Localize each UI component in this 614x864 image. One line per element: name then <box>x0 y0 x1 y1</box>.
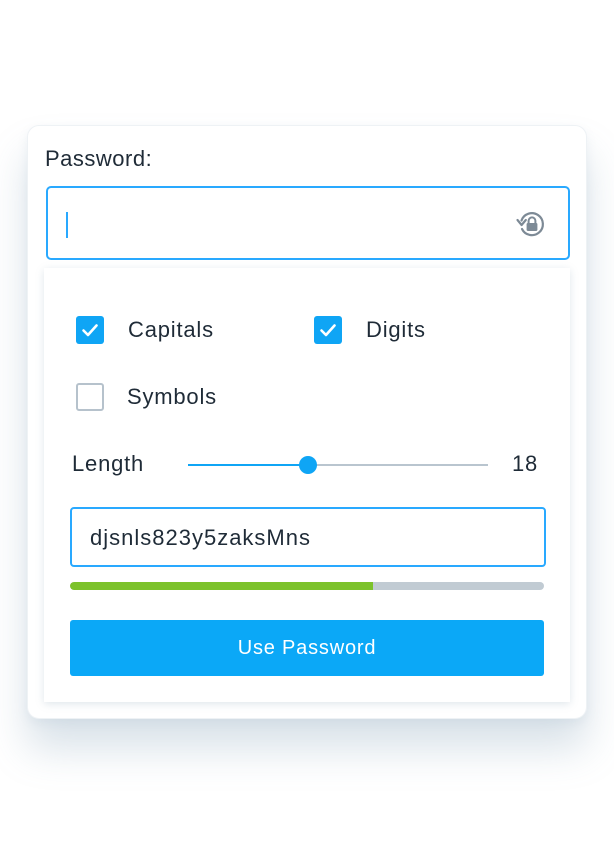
slider-thumb[interactable] <box>299 456 317 474</box>
check-icon <box>320 324 336 337</box>
capitals-checkbox[interactable] <box>76 316 104 344</box>
capitals-label: Capitals <box>128 317 214 342</box>
length-slider[interactable] <box>188 454 488 476</box>
password-input[interactable] <box>46 186 570 260</box>
slider-fill <box>188 464 308 466</box>
symbols-option[interactable]: Symbols <box>76 383 217 411</box>
generated-password-field[interactable]: djsnls823y5zaksMns <box>70 507 546 567</box>
symbols-checkbox[interactable] <box>76 383 104 411</box>
digits-checkbox[interactable] <box>314 316 342 344</box>
capitals-option[interactable]: Capitals <box>76 316 214 344</box>
digits-option[interactable]: Digits <box>314 316 426 344</box>
length-value: 18 <box>512 451 539 476</box>
digits-label: Digits <box>366 317 426 342</box>
password-label: Password: <box>45 146 153 171</box>
rotate-lock-icon[interactable] <box>514 207 548 241</box>
strength-fill <box>70 582 374 590</box>
length-label: Length <box>72 451 145 476</box>
text-caret <box>66 212 68 238</box>
use-password-button[interactable]: Use Password <box>70 620 544 676</box>
check-icon <box>82 324 98 337</box>
symbols-label: Symbols <box>127 384 217 409</box>
password-strength-bar <box>70 582 544 590</box>
